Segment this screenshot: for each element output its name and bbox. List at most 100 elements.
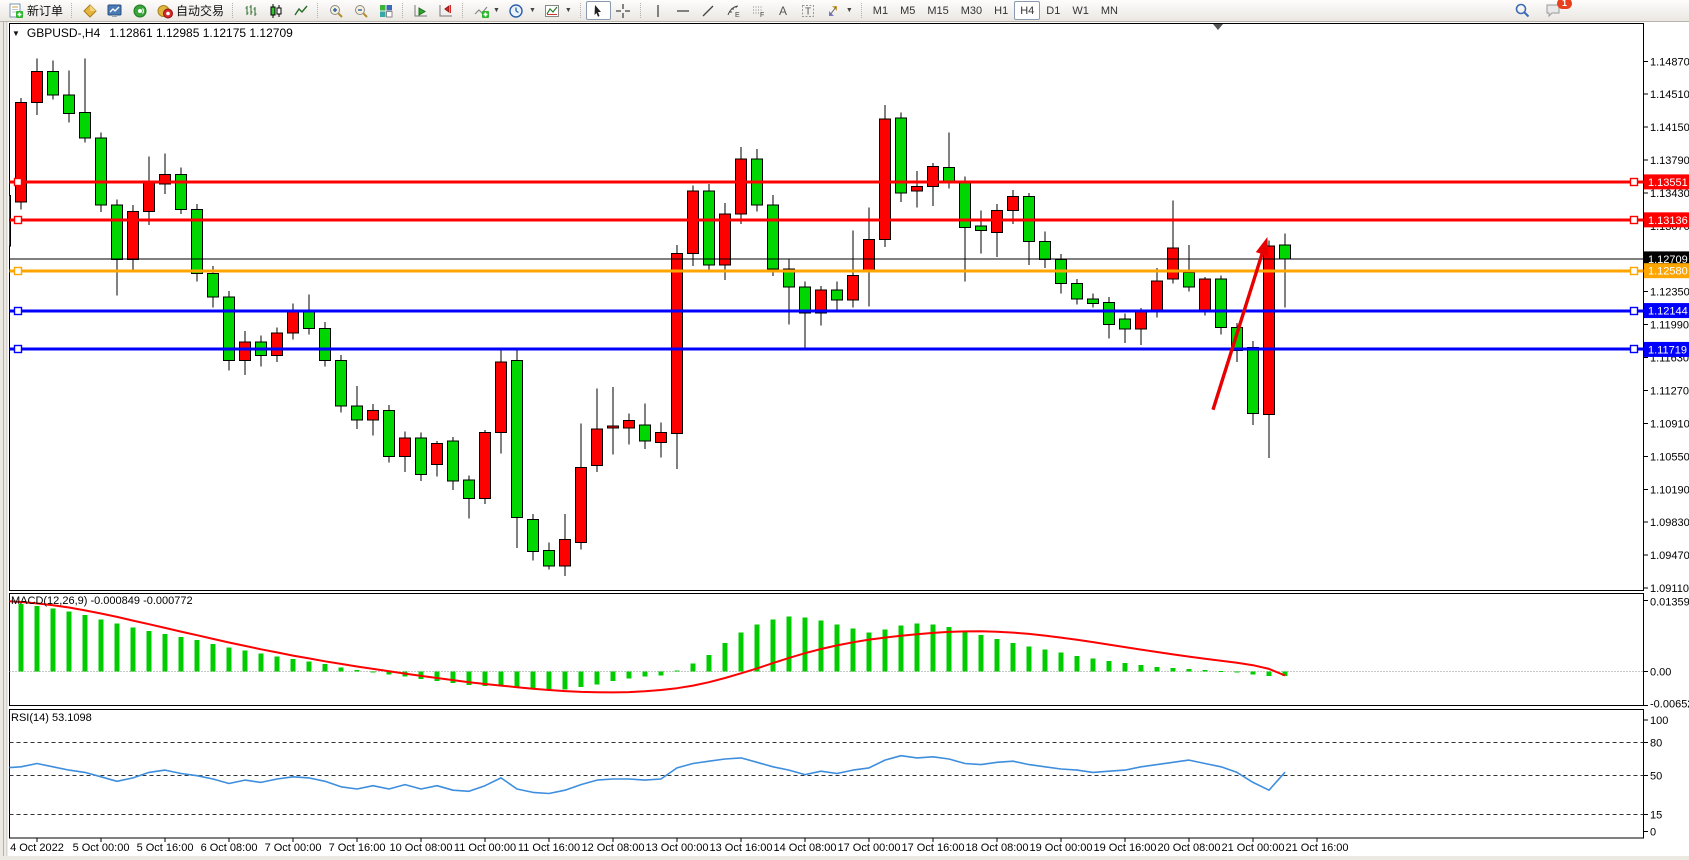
line-handle[interactable] [15,346,22,353]
text-label-button[interactable]: T [796,1,821,20]
trendline-button[interactable] [696,1,721,20]
svg-text:1.09110: 1.09110 [1650,583,1689,595]
toolbar-separator [71,3,73,18]
line-chart-button[interactable] [288,1,313,20]
horizontal-line-button[interactable] [671,1,696,20]
indicators-button[interactable]: ▼ [468,1,504,20]
auto-scroll-icon [412,2,429,19]
chart-menu-icon[interactable]: ▼ [12,29,20,38]
svg-text:5 Oct 00:00: 5 Oct 00:00 [73,842,130,854]
bar-chart-button[interactable] [238,1,263,20]
svg-text:4 Oct 2022: 4 Oct 2022 [10,842,64,854]
svg-text:0.013595: 0.013595 [1650,597,1689,609]
macd-indicator-label: MACD(12,26,9) -0.000849 -0.000772 [11,595,193,607]
search-icon [1514,2,1531,19]
timeframe-D1-button[interactable]: D1 [1040,1,1066,20]
svg-text:1.13430: 1.13430 [1650,188,1689,200]
timeframe-M15-button[interactable]: M15 [921,1,954,20]
svg-text:1.13551: 1.13551 [1648,177,1688,189]
timeframe-M30-button[interactable]: M30 [955,1,988,20]
timeframe-H4-button[interactable]: H4 [1014,1,1040,20]
macd-pane[interactable] [10,594,1644,706]
timeframe-M5-button[interactable]: M5 [894,1,921,20]
shapes-icon [825,2,842,19]
line-handle[interactable] [15,179,22,186]
market-watch-button[interactable] [102,1,127,20]
svg-text:A: A [779,4,787,18]
svg-text:18 Oct 08:00: 18 Oct 08:00 [966,842,1029,854]
autotrading-icon [156,2,173,19]
svg-text:1.13790: 1.13790 [1650,155,1689,167]
svg-text:100: 100 [1650,715,1668,727]
trendline-icon [700,2,717,19]
signals-button[interactable] [127,1,152,20]
svg-text:1.10910: 1.10910 [1650,418,1689,430]
zoom-in-button[interactable] [323,1,348,20]
toolbar-separator [640,3,642,18]
chart-shift-button[interactable] [433,1,458,20]
templates-button[interactable]: ▼ [540,1,576,20]
vertical-line-button[interactable] [646,1,671,20]
shapes-button[interactable]: ▼ [821,1,857,20]
rsi-pane[interactable] [10,710,1644,839]
signals-icon [131,2,148,19]
line-handle[interactable] [15,217,22,224]
candlestick-chart-button[interactable] [263,1,288,20]
new-order-button[interactable]: 新订单 [3,1,67,20]
svg-text:1.11990: 1.11990 [1650,320,1689,332]
autotrading-button[interactable]: 自动交易 [152,1,228,20]
crosshair-button[interactable] [611,1,636,20]
svg-text:1.09470: 1.09470 [1650,550,1689,562]
new-order-icon [7,2,24,19]
svg-text:10 Oct 08:00: 10 Oct 08:00 [390,842,453,854]
line-handle[interactable] [1631,217,1638,224]
timeframe-W1-button[interactable]: W1 [1066,1,1095,20]
line-handle[interactable] [1631,179,1638,186]
fibonacci-button[interactable]: E [721,1,746,20]
line-handle[interactable] [1631,308,1638,315]
toolbar-separator [317,3,319,18]
line-handle[interactable] [1631,346,1638,353]
line-handle[interactable] [15,308,22,315]
svg-text:7 Oct 00:00: 7 Oct 00:00 [265,842,322,854]
indicators-icon [472,2,489,19]
text-button[interactable]: A [771,1,796,20]
zoom-in-icon [327,2,344,19]
periods-button[interactable]: ▼ [504,1,540,20]
line-handle[interactable] [1631,268,1638,275]
favorites-button[interactable] [77,1,102,20]
zoom-out-button[interactable] [348,1,373,20]
svg-text:1.10190: 1.10190 [1650,484,1689,496]
dropdown-caret-icon: ▼ [565,7,572,14]
templates-icon [544,2,561,19]
timeframe-MN-button[interactable]: MN [1095,1,1124,20]
timeframe-H1-button[interactable]: H1 [988,1,1014,20]
cursor-icon [590,2,607,19]
toolbar-separator [861,3,863,18]
svg-text:13 Oct 00:00: 13 Oct 00:00 [646,842,709,854]
svg-text:1.12350: 1.12350 [1650,287,1689,299]
zoom-out-icon [352,2,369,19]
candlestick-chart-icon [267,2,284,19]
chat-button[interactable]: 1 [1541,1,1566,20]
chart-canvas[interactable]: 1.148701.145101.141501.137901.134301.130… [0,0,1689,860]
tile-windows-button[interactable] [373,1,398,20]
text-icon: A [775,2,792,19]
grid-button[interactable]: F [746,1,771,20]
search-button[interactable] [1510,1,1535,20]
svg-text:1.09830: 1.09830 [1650,517,1689,529]
tile-windows-icon [377,2,394,19]
market-watch-icon [106,2,123,19]
timeframe-M1-button[interactable]: M1 [867,1,894,20]
toolbar: 新订单 自动交易 ▼ ▼ ▼ E F A T ▼ M1M5M15M30H1H4D… [0,0,1689,22]
timeframe-group: M1M5M15M30H1H4D1W1MN [867,1,1124,20]
cursor-button[interactable] [586,1,611,20]
svg-text:1.11270: 1.11270 [1650,385,1689,397]
periods-icon [508,2,525,19]
svg-text:1.12580: 1.12580 [1648,266,1688,278]
chat-unread-badge: 1 [1557,0,1572,9]
auto-scroll-button[interactable] [408,1,433,20]
svg-text:12 Oct 08:00: 12 Oct 08:00 [582,842,645,854]
svg-text:19 Oct 16:00: 19 Oct 16:00 [1094,842,1157,854]
line-handle[interactable] [15,268,22,275]
